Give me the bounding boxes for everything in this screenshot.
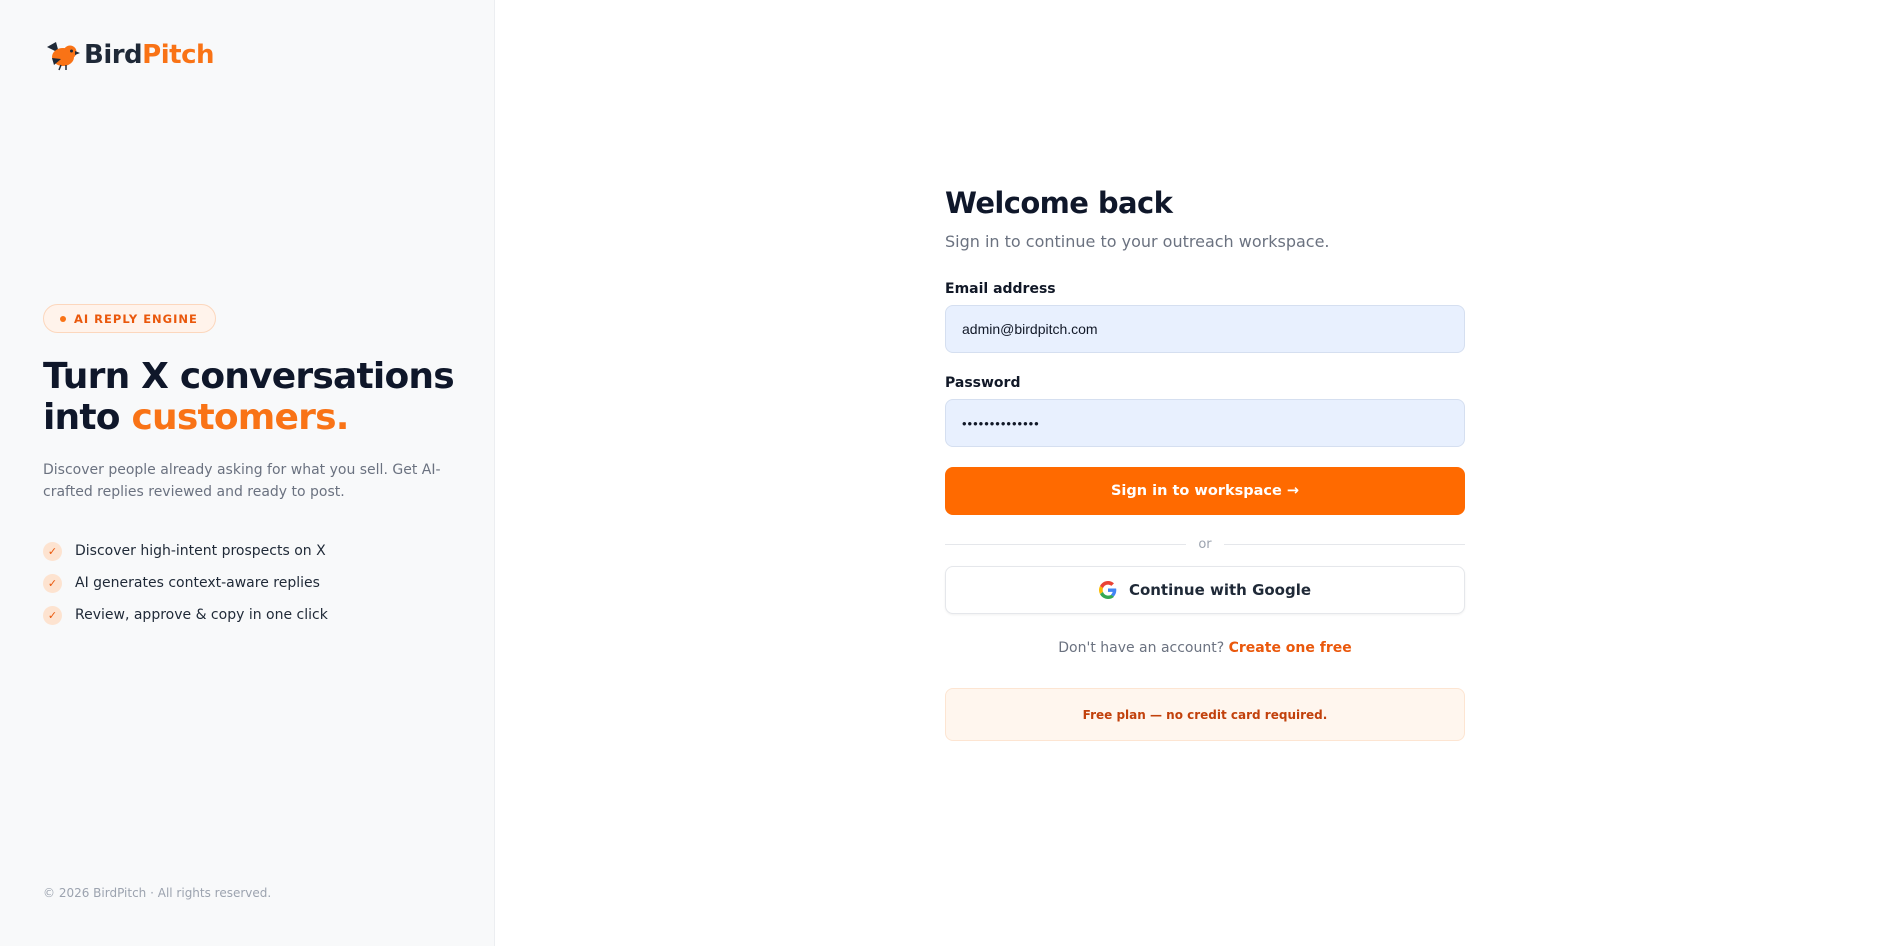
- password-label: Password: [945, 375, 1021, 391]
- password-field[interactable]: ••••••••••••••: [945, 399, 1465, 447]
- check-icon: ✓: [43, 541, 62, 561]
- feature-item: ✓ AI generates context-aware replies: [43, 567, 328, 599]
- email-label: Email address: [945, 281, 1056, 297]
- divider-line-right: [1223, 544, 1465, 545]
- check-icon: ✓: [43, 573, 62, 593]
- hero-line-1: Turn X conversations: [43, 356, 455, 397]
- divider-text: or: [1198, 537, 1212, 552]
- or-divider: or: [945, 537, 1465, 552]
- hero-accent: customers.: [131, 397, 349, 438]
- copyright: © 2026 BirdPitch · All rights reserved.: [43, 886, 272, 900]
- sign-in-form: Welcome back Sign in to continue to your…: [945, 186, 1465, 741]
- feature-text: Discover high-intent prospects on X: [75, 543, 326, 559]
- feature-list: ✓ Discover high-intent prospects on X ✓ …: [43, 535, 328, 631]
- bird-logo-icon: [47, 42, 80, 71]
- badge-dot-icon: [60, 315, 66, 322]
- google-icon: [1098, 581, 1117, 599]
- page-subtitle: Sign in to continue to your outreach wor…: [945, 232, 1330, 251]
- feature-item: ✓ Discover high-intent prospects on X: [43, 535, 328, 567]
- brand-panel: BirdPitch AI REPLY ENGINE Turn X convers…: [0, 0, 495, 946]
- logo-text-bird: Bird: [84, 40, 143, 70]
- divider-line-left: [945, 544, 1187, 545]
- google-button-label: Continue with Google: [1128, 581, 1312, 599]
- signup-prompt: Don't have an account? Create one free: [945, 640, 1465, 656]
- check-icon: ✓: [43, 605, 62, 625]
- feature-item: ✓ Review, approve & copy in one click: [43, 599, 328, 631]
- free-plan-note: Free plan — no credit card required.: [945, 688, 1465, 741]
- create-account-link[interactable]: Create one free: [1229, 640, 1352, 656]
- page-title: Welcome back: [945, 186, 1173, 220]
- badge-label: AI REPLY ENGINE: [74, 311, 198, 326]
- feature-text: AI generates context-aware replies: [75, 575, 320, 591]
- hero-line-2: into: [43, 397, 132, 438]
- logo-text-pitch: Pitch: [142, 40, 214, 70]
- email-field[interactable]: admin@birdpitch.com: [945, 305, 1465, 353]
- logo[interactable]: BirdPitch: [44, 38, 214, 72]
- ai-engine-badge: AI REPLY ENGINE: [43, 304, 216, 333]
- google-sign-in-button[interactable]: Continue with Google: [945, 566, 1465, 614]
- sign-in-button[interactable]: Sign in to workspace →: [945, 467, 1465, 515]
- logo-wordmark: BirdPitch: [84, 40, 214, 70]
- hero-description: Discover people already asking for what …: [43, 462, 441, 500]
- hero-headline: Turn X conversations into customers.: [43, 356, 455, 438]
- feature-text: Review, approve & copy in one click: [75, 607, 328, 623]
- signup-text: Don't have an account?: [1058, 640, 1225, 656]
